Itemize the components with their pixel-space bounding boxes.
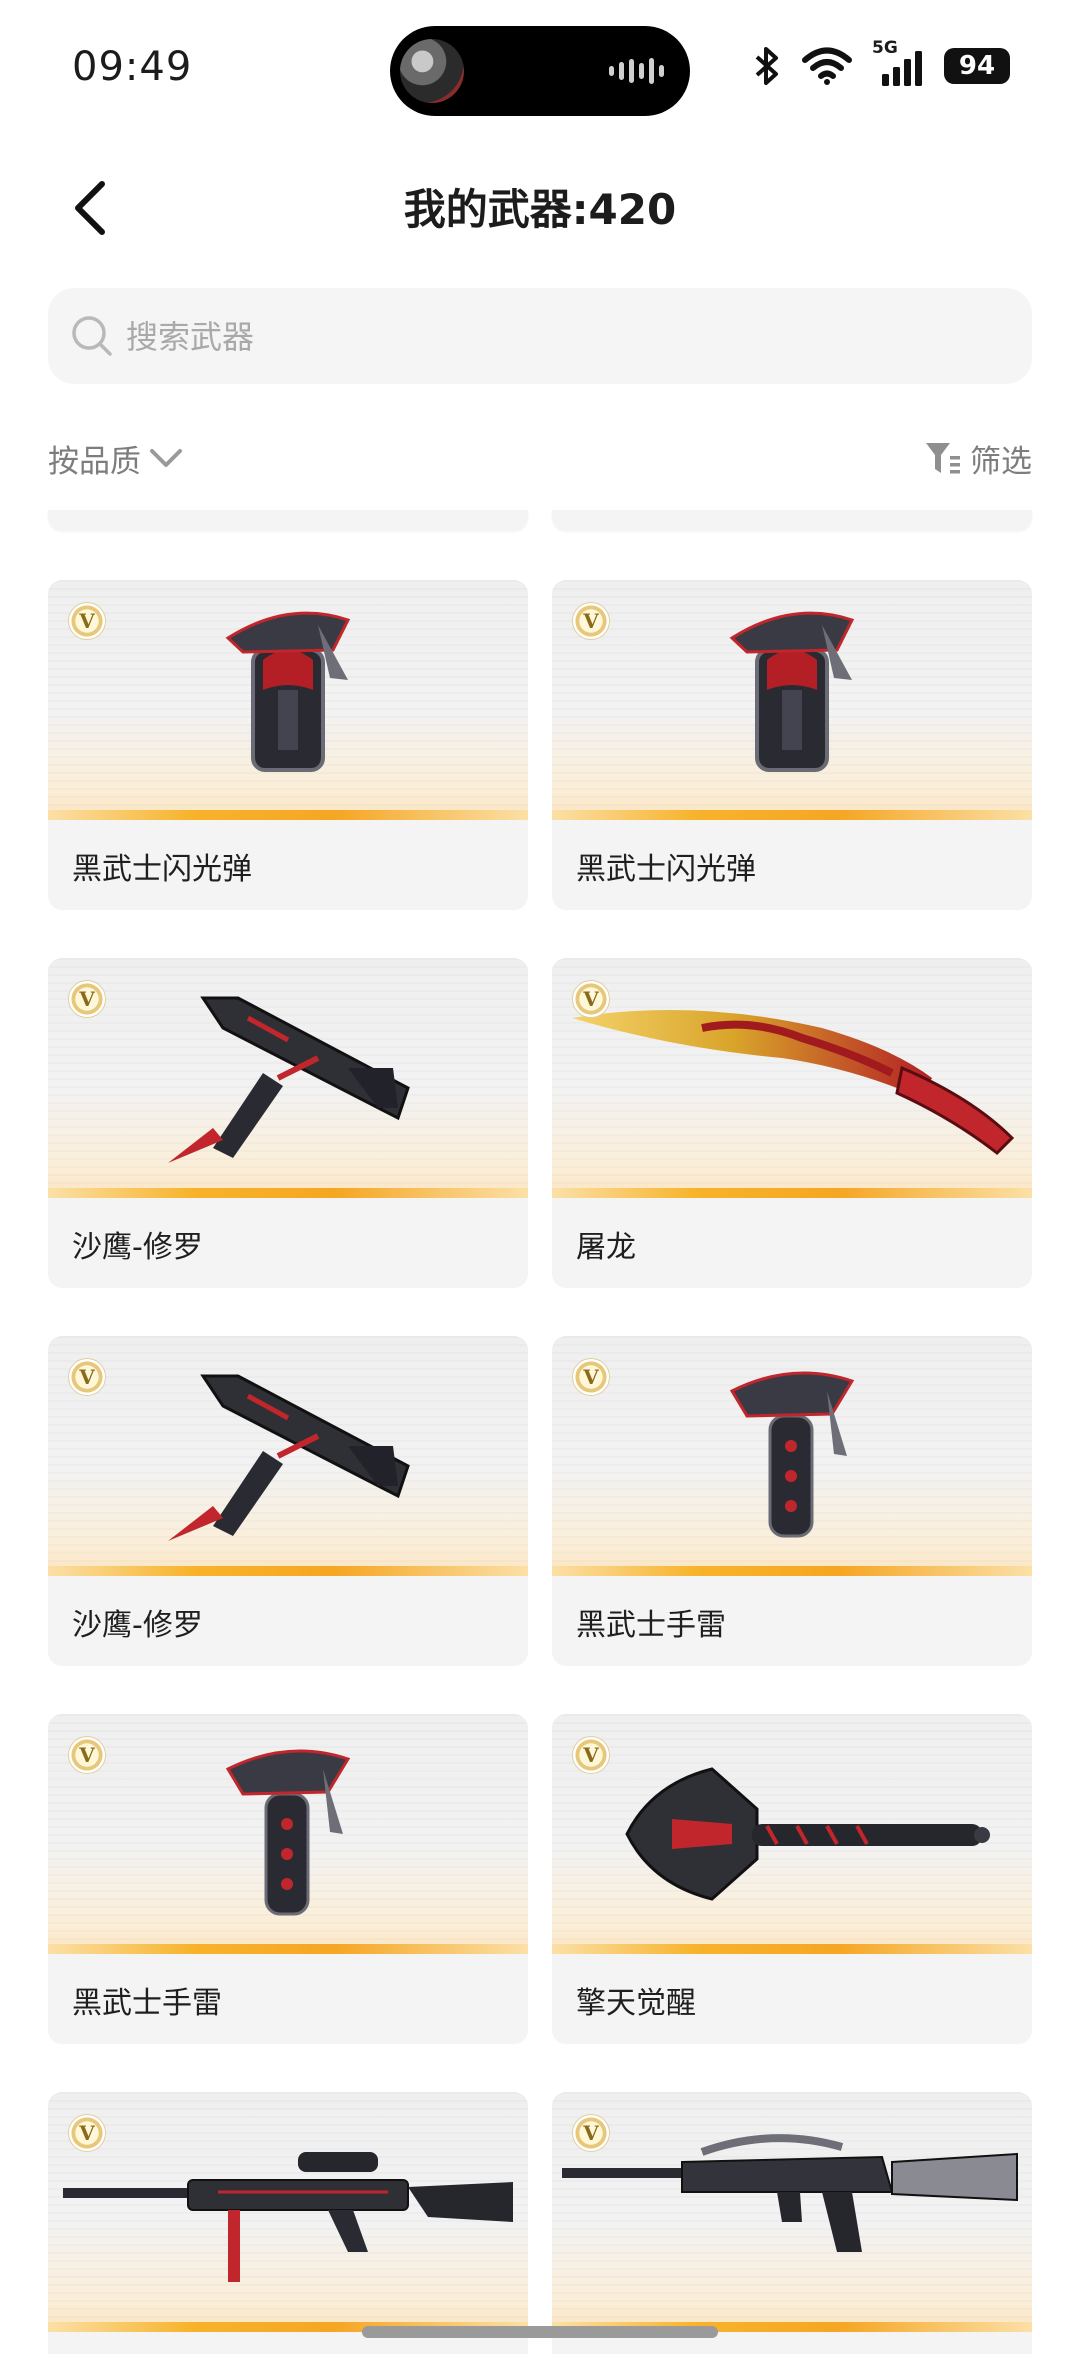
desert-eagle-icon <box>168 996 410 1163</box>
now-playing-avatar <box>400 39 464 103</box>
dragon-blade-icon <box>572 1010 1015 1155</box>
weapon-thumbnail <box>552 1714 1032 1954</box>
dynamic-island[interactable] <box>390 26 690 116</box>
weapon-card[interactable]: V 屠龙 <box>552 958 1032 1288</box>
filter-icon <box>926 443 960 474</box>
weapon-thumbnail <box>48 958 528 1198</box>
weapon-card-partial[interactable] <box>48 510 528 530</box>
weapon-grid[interactable]: V 黑武士闪光弹 V 黑武士闪光弹 V 沙鹰-修罗 V 屠龙 V 沙鹰-修罗 V… <box>0 510 1080 2354</box>
page-title: 我的武器:420 <box>403 185 677 234</box>
filter-button[interactable]: 筛选 <box>924 436 1032 480</box>
grenade-icon <box>729 1371 855 1538</box>
weapon-card[interactable]: V 擎天觉醒 <box>552 1714 1032 2044</box>
weapon-card[interactable]: V 黑武士闪光弹 <box>552 580 1032 910</box>
axe-icon <box>625 1767 990 1901</box>
vip-badge-icon: V <box>572 1736 610 1774</box>
weapon-name: 沙鹰-修罗 <box>72 1230 203 1265</box>
search-input[interactable] <box>124 288 1008 386</box>
weapon-card[interactable]: V 黑武士手雷 <box>48 1714 528 2044</box>
desert-eagle-icon <box>168 1374 410 1541</box>
vip-badge-icon: V <box>572 980 610 1018</box>
weapon-name: 黑武士闪光弹 <box>576 852 756 887</box>
weapon-name: 屠龙 <box>576 1230 636 1265</box>
weapon-name: 沙鹰-修罗 <box>72 1608 203 1643</box>
weapon-thumbnail <box>48 580 528 820</box>
filter-label: 筛选 <box>970 443 1032 480</box>
sort-dropdown[interactable]: 按品质 <box>48 436 183 480</box>
weapon-thumbnail <box>552 2092 1032 2332</box>
weapon-card[interactable]: V 黑武士闪光弹 <box>48 580 528 910</box>
weapon-card[interactable]: V 黑武士手雷 <box>552 1336 1032 1666</box>
sort-label: 按品质 <box>48 443 141 480</box>
status-icons: 5G 94 <box>752 38 1010 86</box>
cellular-signal-icon: 5G <box>872 38 924 86</box>
chevron-down-icon <box>150 449 182 467</box>
weapon-name: 黑武士手雷 <box>72 1986 222 2021</box>
weapon-name: 黑武士闪光弹 <box>72 852 252 887</box>
weapon-name: 擎天觉醒 <box>576 1986 696 2021</box>
status-bar: 09:49 5G 94 <box>0 0 1080 140</box>
wifi-icon <box>802 47 852 85</box>
bluetooth-icon <box>755 47 778 85</box>
vip-badge-icon: V <box>68 1736 106 1774</box>
vip-badge-icon: V <box>572 1358 610 1396</box>
search-icon <box>72 316 112 356</box>
weapon-thumbnail <box>552 1336 1032 1576</box>
weapon-thumbnail <box>552 958 1032 1198</box>
weapon-card[interactable]: V <box>48 2092 528 2354</box>
vip-badge-icon: V <box>68 980 106 1018</box>
weapon-card-partial[interactable] <box>552 510 1032 530</box>
battery-indicator: 94 <box>944 48 1010 84</box>
sniper-rifle-icon <box>63 2152 513 2282</box>
weapon-thumbnail <box>48 1714 528 1954</box>
grenade-icon <box>225 1749 351 1916</box>
home-indicator[interactable] <box>362 2326 718 2338</box>
weapon-thumbnail <box>48 2092 528 2332</box>
weapon-card[interactable]: V 沙鹰-修罗 <box>48 958 528 1288</box>
vip-badge-icon: V <box>68 602 106 640</box>
vip-badge-icon: V <box>572 602 610 640</box>
flashbang-icon <box>729 611 855 772</box>
vip-badge-icon: V <box>68 2114 106 2152</box>
weapon-card[interactable]: V 沙鹰-修罗 <box>48 1336 528 1666</box>
vip-badge-icon: V <box>68 1358 106 1396</box>
flashbang-icon <box>225 611 351 772</box>
weapon-card[interactable]: V <box>552 2092 1032 2354</box>
assault-rifle-icon <box>562 2134 1018 2252</box>
status-time: 09:49 <box>72 44 193 90</box>
header: 我的武器:420 <box>0 150 1080 260</box>
weapon-thumbnail <box>48 1336 528 1576</box>
weapon-thumbnail <box>552 580 1032 820</box>
vip-badge-icon: V <box>572 2114 610 2152</box>
search-bar[interactable] <box>48 288 1032 386</box>
weapon-name: 黑武士手雷 <box>576 1608 726 1643</box>
audio-wave-icon <box>609 56 664 86</box>
